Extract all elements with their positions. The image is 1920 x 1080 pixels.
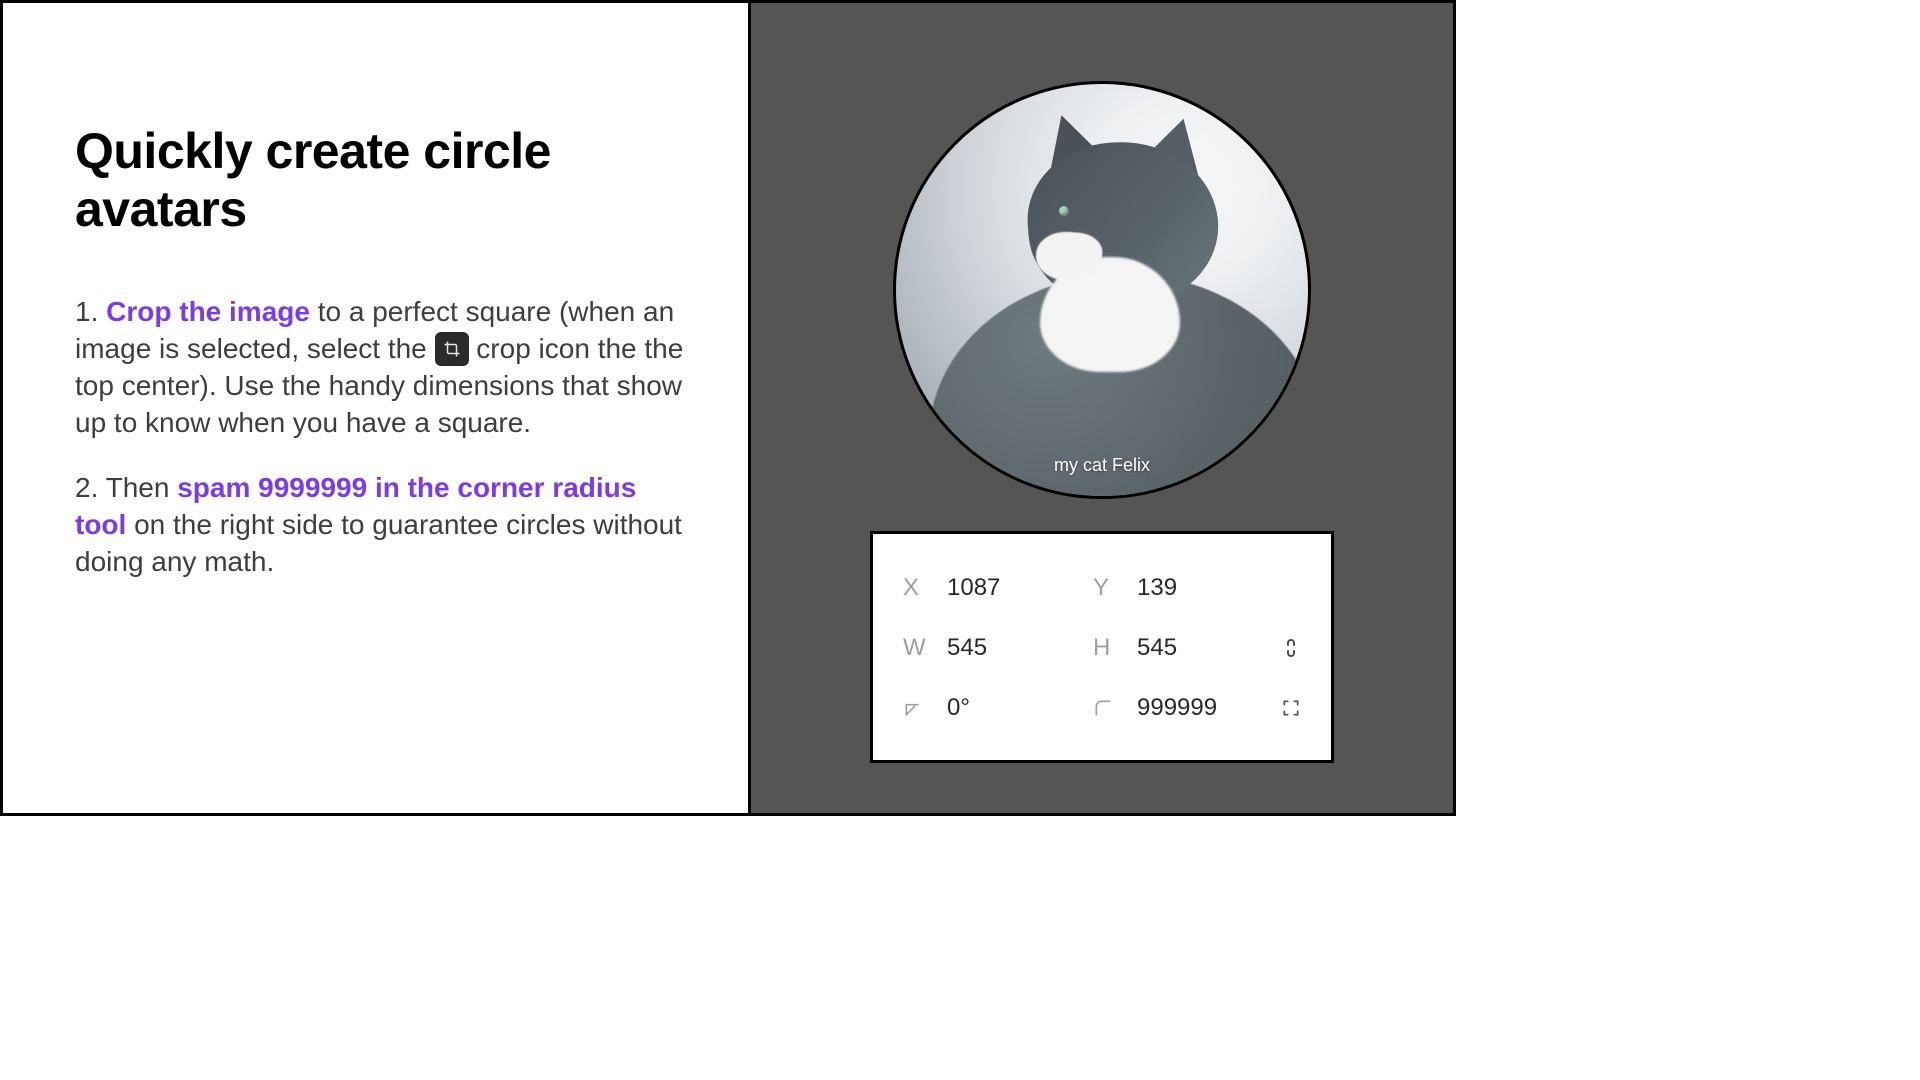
page-title: Quickly create circle avatars bbox=[75, 123, 688, 238]
x-label: X bbox=[903, 574, 925, 602]
corner-radius-input[interactable]: 999999 bbox=[1137, 694, 1217, 722]
step-2: 2. Then spam 9999999 in the corner radiu… bbox=[75, 470, 688, 581]
step-1-number: 1. bbox=[75, 296, 106, 327]
rotation-input[interactable]: 0° bbox=[947, 694, 970, 722]
corner-radius-icon bbox=[1093, 698, 1115, 718]
x-input[interactable]: 1087 bbox=[947, 574, 1000, 602]
crop-icon bbox=[435, 332, 469, 366]
step-2-number: 2. Then bbox=[75, 472, 177, 503]
instructions-body: 1. Crop the image to a perfect square (w… bbox=[75, 294, 688, 581]
y-label: Y bbox=[1093, 574, 1115, 602]
link-dimensions-icon[interactable] bbox=[1277, 634, 1305, 662]
avatar: my cat Felix bbox=[893, 81, 1311, 499]
y-input[interactable]: 139 bbox=[1137, 574, 1177, 602]
w-label: W bbox=[903, 634, 925, 662]
independent-corners-icon[interactable] bbox=[1277, 694, 1305, 722]
rotation-icon bbox=[903, 698, 925, 718]
w-input[interactable]: 545 bbox=[947, 634, 987, 662]
step-2-text: on the right side to guarantee circles w… bbox=[75, 509, 682, 577]
instructions-panel: Quickly create circle avatars 1. Crop th… bbox=[3, 3, 751, 813]
h-input[interactable]: 545 bbox=[1137, 634, 1177, 662]
slide: Quickly create circle avatars 1. Crop th… bbox=[0, 0, 1456, 816]
preview-panel: my cat Felix X 1087 Y 139 W 545 bbox=[751, 3, 1453, 813]
h-label: H bbox=[1093, 634, 1115, 662]
step-1-highlight: Crop the image bbox=[106, 296, 310, 327]
row-size: W 545 H 545 bbox=[903, 618, 1305, 678]
cat-illustration bbox=[896, 84, 1308, 496]
properties-panel: X 1087 Y 139 W 545 H 545 bbox=[870, 531, 1334, 763]
row-radius: 0° 999999 bbox=[903, 678, 1305, 738]
row-position: X 1087 Y 139 bbox=[903, 558, 1305, 618]
avatar-caption: my cat Felix bbox=[1054, 455, 1150, 476]
step-1: 1. Crop the image to a perfect square (w… bbox=[75, 294, 688, 442]
